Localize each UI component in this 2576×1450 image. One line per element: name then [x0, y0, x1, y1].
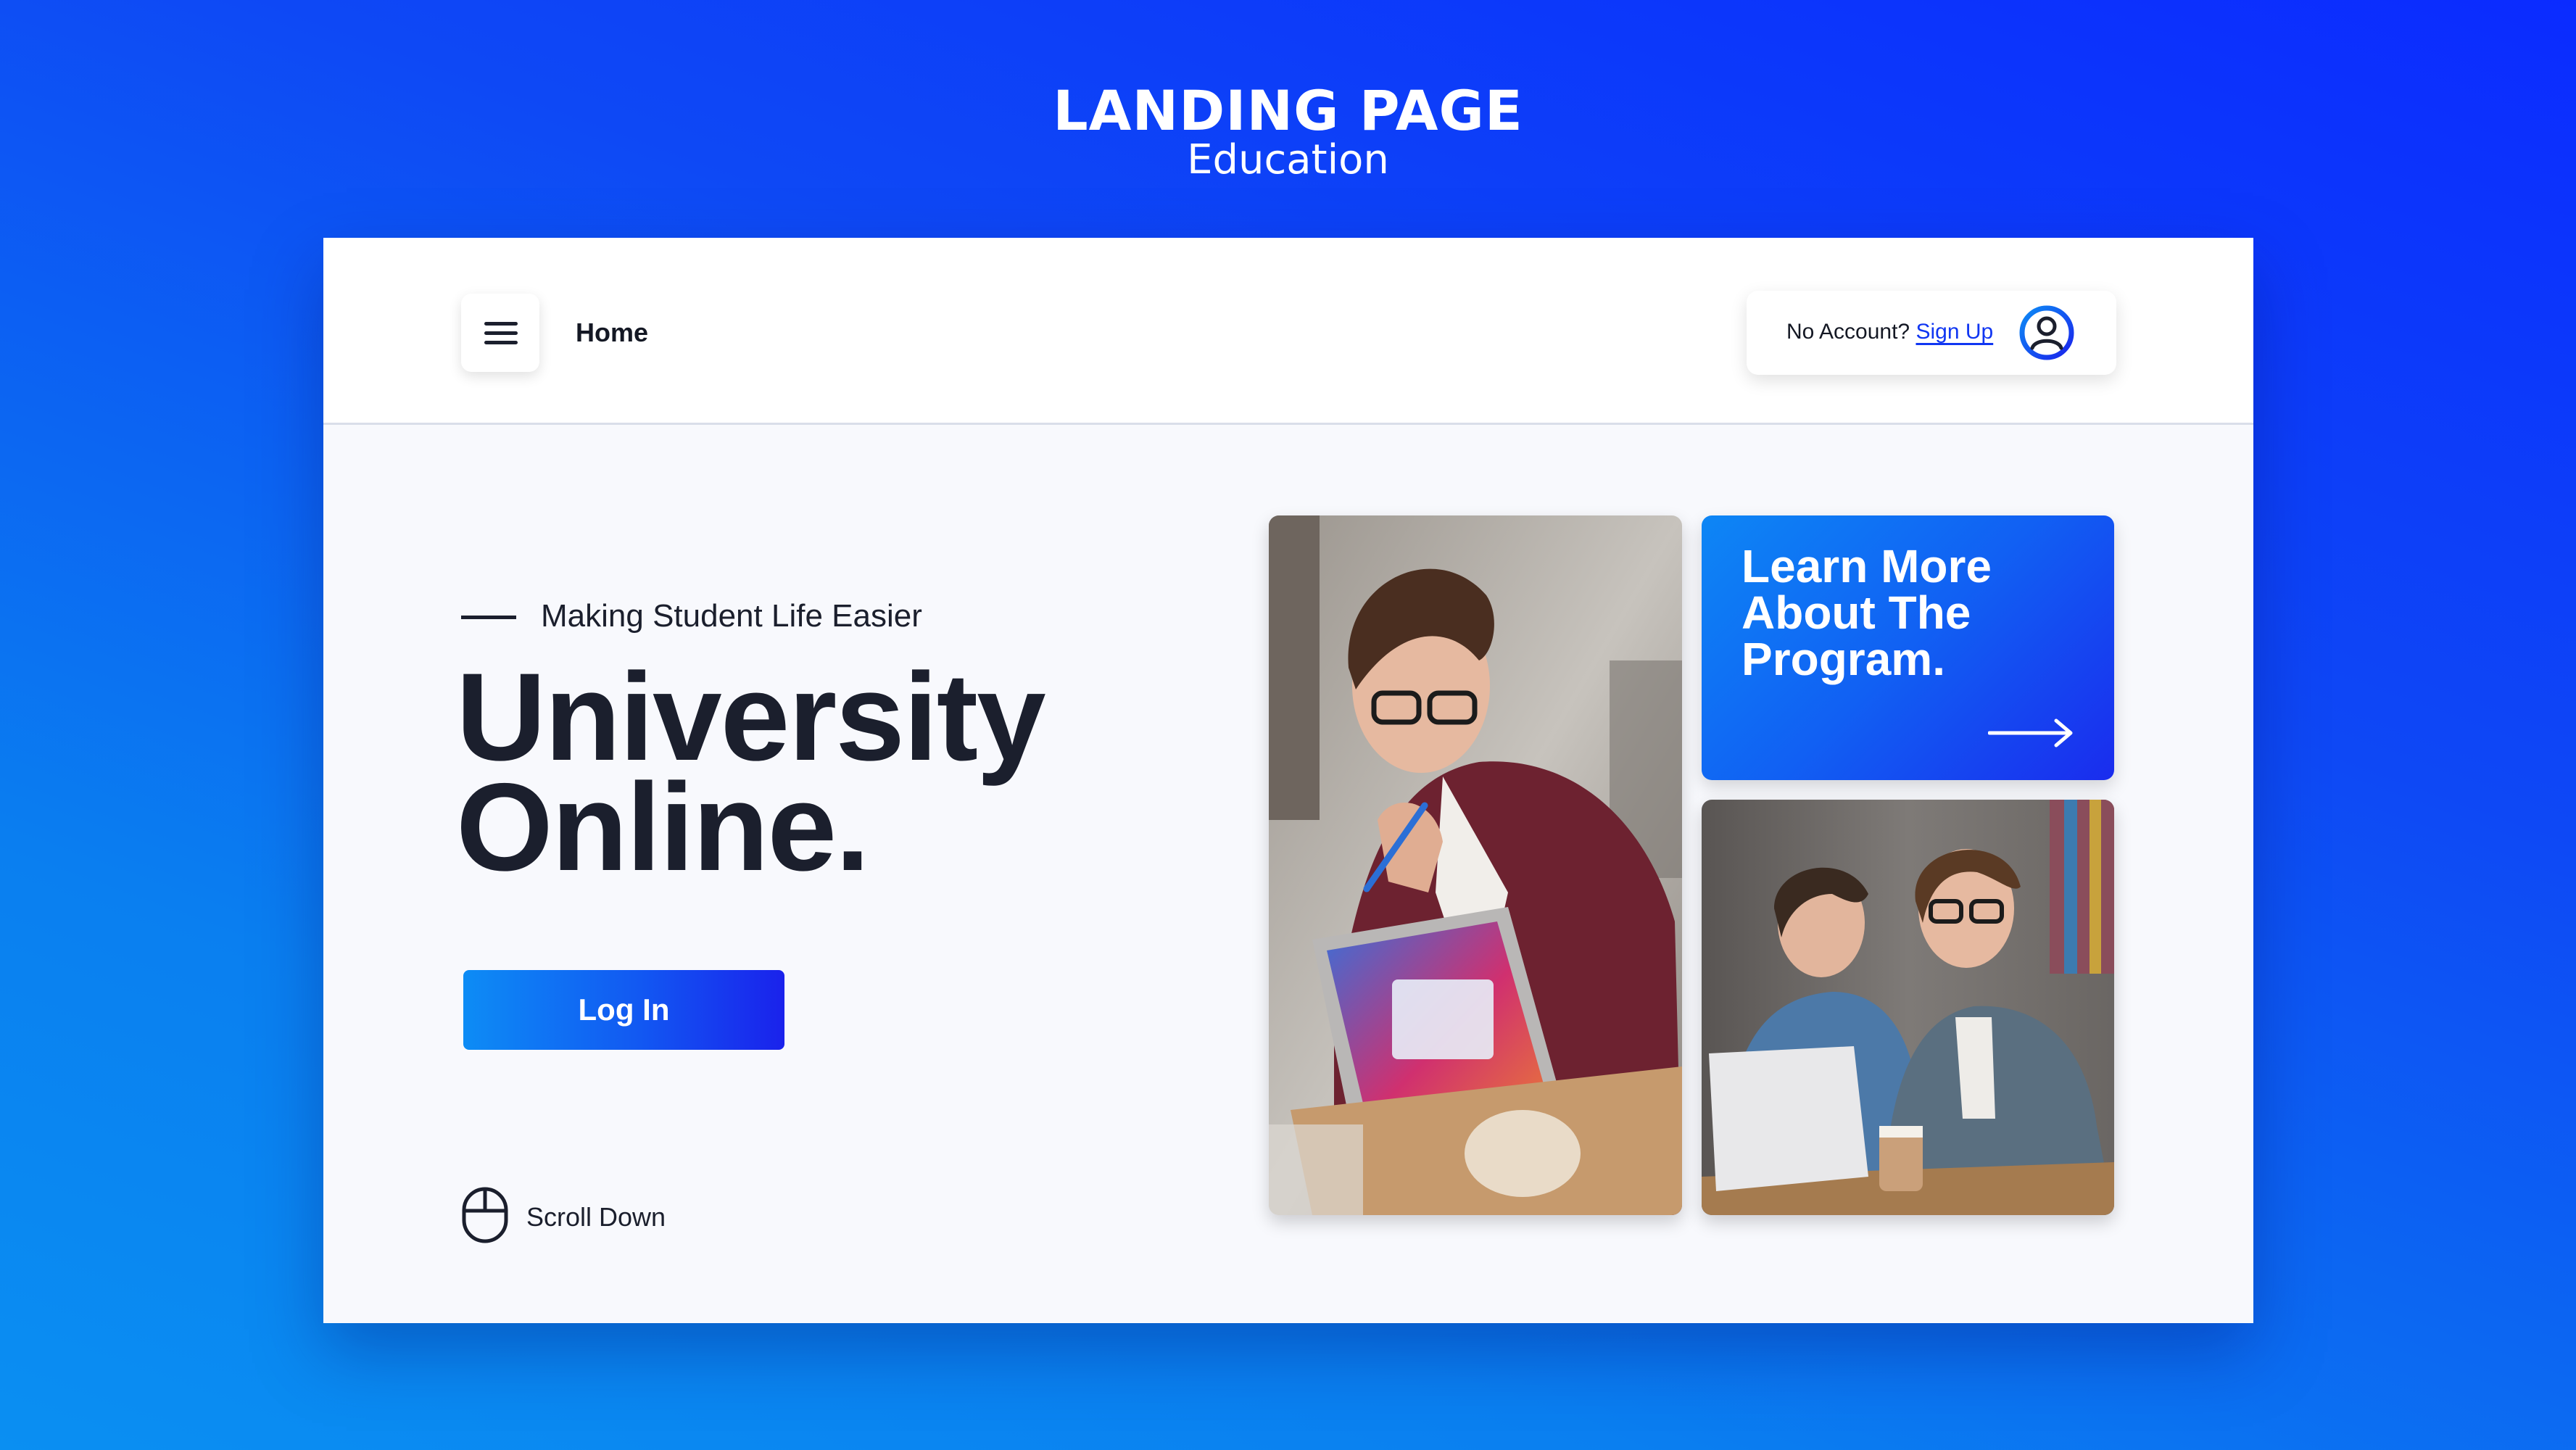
landing-page-card: Home No Account? Sign Up Making Student …: [323, 238, 2253, 1323]
header-subtitle: Education: [1187, 136, 1389, 183]
hero-title: University Online.: [456, 647, 1046, 897]
top-navbar: Home No Account? Sign Up: [323, 238, 2253, 425]
arrow-right-icon[interactable]: [1988, 717, 2075, 749]
menu-button[interactable]: [461, 294, 539, 372]
hamburger-menu-icon-bar: [484, 341, 518, 344]
no-account-label: No Account?: [1786, 320, 1910, 344]
learn-more-text: Learn More About The Program.: [1742, 540, 1992, 685]
learn-more-card[interactable]: Learn More About The Program.: [1702, 515, 2114, 780]
hamburger-menu-icon-bar: [484, 331, 518, 335]
student-laptop-photo: [1269, 515, 1682, 1215]
account-box: No Account? Sign Up: [1747, 291, 2116, 375]
user-avatar-icon[interactable]: [2018, 304, 2075, 361]
account-text: No Account? Sign Up: [1786, 320, 1993, 344]
header-title: LANDING PAGE: [1053, 78, 1523, 143]
hero-title-line2: Online.: [456, 758, 870, 897]
tagline: Making Student Life Easier: [541, 598, 922, 634]
hamburger-menu-icon: [484, 322, 518, 326]
scroll-down-label[interactable]: Scroll Down: [526, 1202, 666, 1232]
sign-up-link[interactable]: Sign Up: [1916, 320, 1993, 344]
nav-home-link[interactable]: Home: [576, 318, 648, 348]
login-button[interactable]: Log In: [463, 970, 784, 1050]
mouse-icon: [460, 1186, 510, 1244]
hero-title-line1: University: [456, 647, 1046, 787]
students-studying-photo: [1702, 800, 2114, 1215]
tagline-divider: [461, 616, 516, 619]
